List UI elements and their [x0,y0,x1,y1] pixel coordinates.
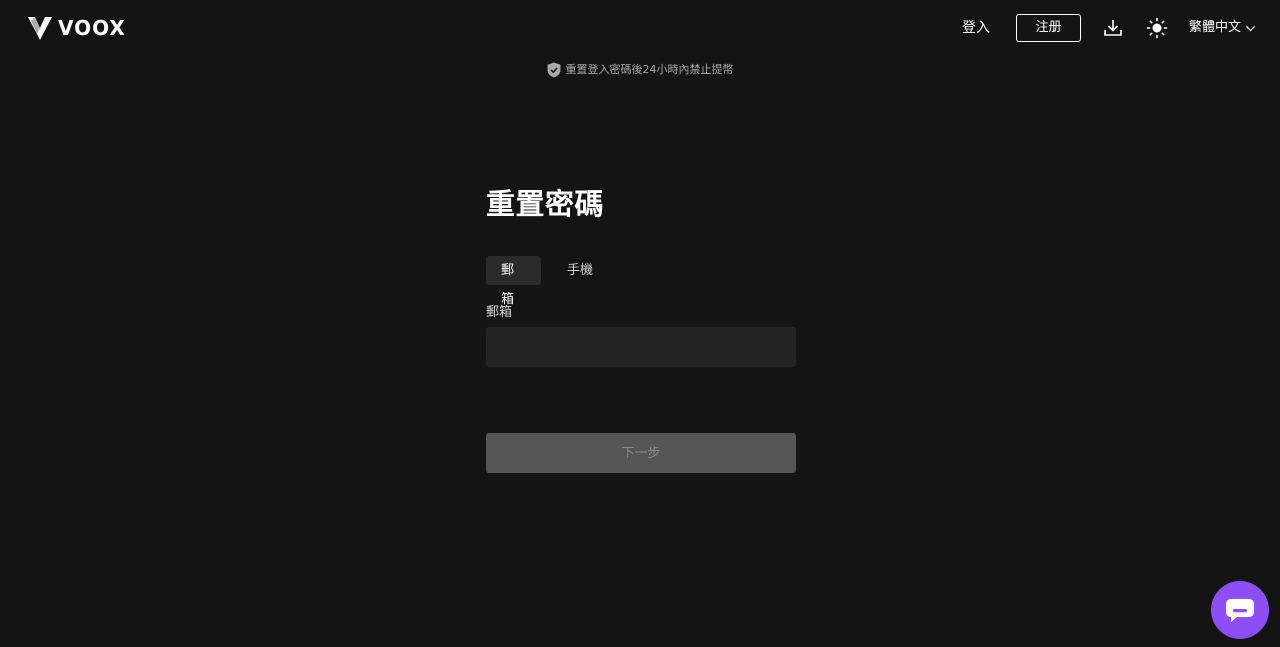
download-icon[interactable] [1103,18,1123,38]
chat-bubble-icon [1226,599,1254,622]
register-button[interactable]: 注册 [1016,14,1081,42]
security-notice: 重置登入密碼後24小時內禁止提幣 [0,61,1280,79]
tab-phone[interactable]: 手機 [552,256,608,285]
login-link[interactable]: 登入 [962,17,990,39]
page-title: 重置密碼 [486,187,605,221]
language-selector[interactable]: 繁體中文 [1189,17,1256,39]
brand-name: VOOX [58,16,126,40]
security-notice-text: 重置登入密碼後24小時內禁止提幣 [565,63,734,76]
email-field[interactable] [486,327,796,367]
sun-icon[interactable] [1146,17,1168,39]
next-step-button[interactable]: 下一步 [486,433,796,473]
shield-check-icon [547,62,560,78]
top-navbar: VOOX 登入 注册 繁體中文 [0,0,1280,56]
voox-logo-icon [28,17,52,40]
email-field-label: 郵箱 [486,305,513,320]
brand-logo[interactable]: VOOX [27,16,126,40]
chevron-down-icon [1246,25,1255,31]
chat-support-button[interactable] [1211,581,1269,639]
tab-email[interactable]: 郵箱 [486,256,541,307]
language-label: 繁體中文 [1189,20,1242,35]
